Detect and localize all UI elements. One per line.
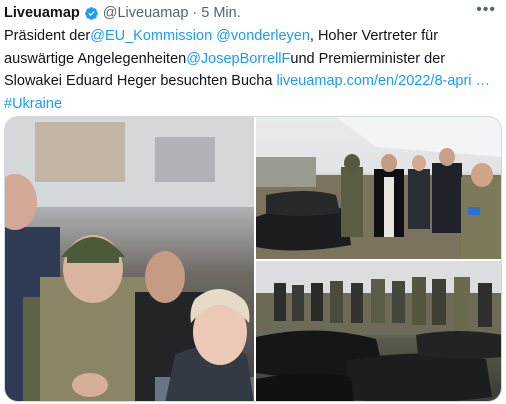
photo-bodybags-priest[interactable] bbox=[256, 117, 501, 259]
photo-soldiers-bodybags-drawing bbox=[256, 261, 501, 401]
mention-eu-kommission[interactable]: @EU_Kommission bbox=[90, 28, 212, 44]
photo-bodybags-priest-drawing bbox=[256, 117, 501, 259]
tweet-text: Präsident der@EU_Kommission @vonderleyen… bbox=[4, 25, 498, 115]
hashtag-ukraine[interactable]: #Ukraine bbox=[4, 96, 62, 112]
text-part-1: Präsident der bbox=[4, 28, 91, 44]
mention-vonderleyen[interactable]: @vonderleyen bbox=[216, 28, 310, 44]
photo-soldiers-bodybags[interactable] bbox=[256, 261, 501, 401]
mention-josepborrellf[interactable]: @JosepBorrellF bbox=[186, 51, 290, 67]
article-link[interactable]: liveuamap.com/en/2022/8-apri … bbox=[276, 73, 490, 89]
tweet-header: Liveuamap @Liveuamap · 5 Min. ••• bbox=[4, 1, 496, 23]
author-name[interactable]: Liveuamap bbox=[4, 5, 80, 21]
more-options-icon[interactable]: ••• bbox=[476, 1, 496, 19]
verified-badge-icon bbox=[84, 6, 98, 20]
author-handle[interactable]: @Liveuamap bbox=[103, 5, 189, 21]
timestamp[interactable]: 5 Min. bbox=[201, 5, 241, 21]
separator-dot: · bbox=[192, 5, 198, 21]
photo-officials-drawing bbox=[5, 117, 254, 401]
photo-officials[interactable] bbox=[5, 117, 254, 401]
media-grid bbox=[4, 116, 502, 402]
